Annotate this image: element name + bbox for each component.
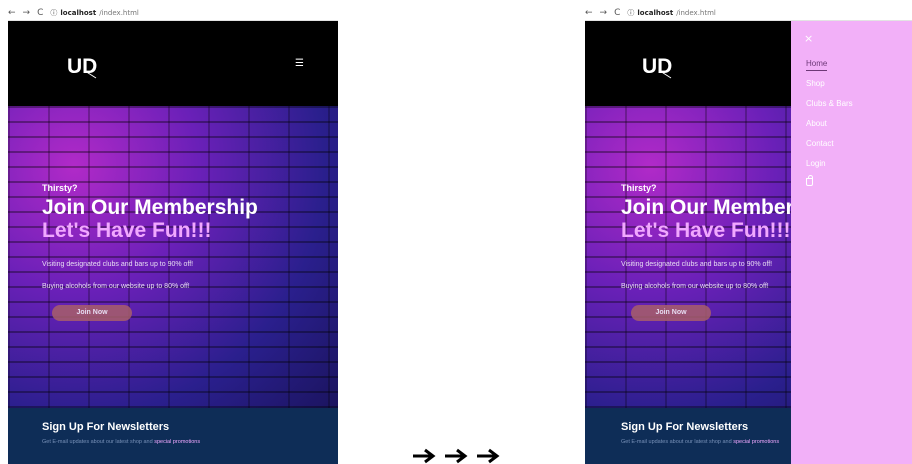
- drawer-item-contact[interactable]: Contact: [806, 138, 853, 158]
- logo-mark: UD: [642, 55, 672, 79]
- site-info-icon[interactable]: ⓘ: [627, 8, 634, 18]
- back-icon[interactable]: ←: [585, 8, 593, 18]
- arrow-right-icon: [413, 448, 436, 464]
- drawer-item-cart[interactable]: [806, 175, 853, 198]
- comparison-stage: ← → C ⓘ localhost/index.html UD ☰ Thirst…: [0, 0, 912, 464]
- address-bar[interactable]: ⓘ localhost/index.html: [627, 8, 715, 18]
- hero-headline-line1: Join Our Membership: [42, 196, 258, 219]
- menu-toggle-icon[interactable]: ☰: [295, 59, 307, 69]
- mobile-page-closed: UD ☰ Thirsty? Join Our Membership Let's …: [8, 21, 338, 464]
- forward-icon[interactable]: →: [23, 8, 31, 18]
- newsletter-subtitle: Get E-mail updates about our latest shop…: [42, 439, 201, 445]
- promo-text-2: Buying alcohols from our website up to 8…: [42, 283, 190, 290]
- hero-eyebrow: Thirsty?: [42, 183, 78, 193]
- url-host: localhost: [60, 8, 97, 17]
- reload-icon[interactable]: C: [37, 8, 43, 18]
- ud-logo[interactable]: UD: [640, 51, 672, 79]
- address-bar[interactable]: ⓘ localhost/index.html: [50, 8, 138, 18]
- site-header: UD ☰: [8, 21, 338, 106]
- back-icon[interactable]: ←: [8, 8, 16, 18]
- arrow-right-icon: [445, 448, 468, 464]
- svg-text:UD: UD: [642, 55, 672, 78]
- drawer-nav-list: Home Shop Clubs & Bars About Contact Log…: [806, 58, 853, 198]
- newsletter-title: Sign Up For Newsletters: [621, 421, 749, 433]
- reload-icon[interactable]: C: [614, 8, 620, 18]
- newsletter-subtitle: Get E-mail updates about our latest shop…: [621, 439, 780, 445]
- drawer-item-home[interactable]: Home: [806, 58, 853, 78]
- forward-icon[interactable]: →: [600, 8, 608, 18]
- newsletter-title: Sign Up For Newsletters: [42, 421, 170, 433]
- url-path: /index.html: [99, 8, 139, 17]
- join-now-button[interactable]: Join Now: [631, 305, 711, 321]
- browser-toolbar: ← → C ⓘ localhost/index.html: [585, 5, 912, 21]
- drawer-item-login[interactable]: Login: [806, 158, 853, 178]
- close-icon[interactable]: ×: [804, 33, 813, 44]
- browser-toolbar: ← → C ⓘ localhost/index.html: [8, 5, 338, 21]
- mobile-page-open: UD Thirsty? Join Our Membership Let's Ha…: [585, 21, 912, 464]
- hero-headline-line2: Let's Have Fun!!!: [42, 219, 212, 242]
- url-host: localhost: [637, 8, 674, 17]
- ud-logo[interactable]: UD: [65, 51, 97, 79]
- hero-banner: Thirsty? Join Our Membership Let's Have …: [8, 106, 338, 408]
- site-info-icon[interactable]: ⓘ: [50, 8, 57, 18]
- hero-content: Thirsty? Join Our Membership Let's Have …: [42, 183, 338, 321]
- svg-text:UD: UD: [67, 55, 97, 78]
- drawer-item-clubs-bars[interactable]: Clubs & Bars: [806, 98, 853, 118]
- shopping-bag-icon: [806, 175, 813, 186]
- join-now-button[interactable]: Join Now: [52, 305, 132, 321]
- drawer-item-about[interactable]: About: [806, 118, 853, 138]
- newsletter-section: Sign Up For Newsletters Get E-mail updat…: [8, 408, 338, 464]
- logo-mark: UD: [67, 55, 97, 79]
- promo-text-1: Visiting designated clubs and bars up to…: [42, 261, 194, 268]
- nav-drawer: × Home Shop Clubs & Bars About Contact L…: [791, 21, 912, 464]
- drawer-item-shop[interactable]: Shop: [806, 78, 853, 98]
- transition-arrows: [411, 448, 505, 464]
- arrow-right-icon: [477, 448, 500, 464]
- url-path: /index.html: [676, 8, 716, 17]
